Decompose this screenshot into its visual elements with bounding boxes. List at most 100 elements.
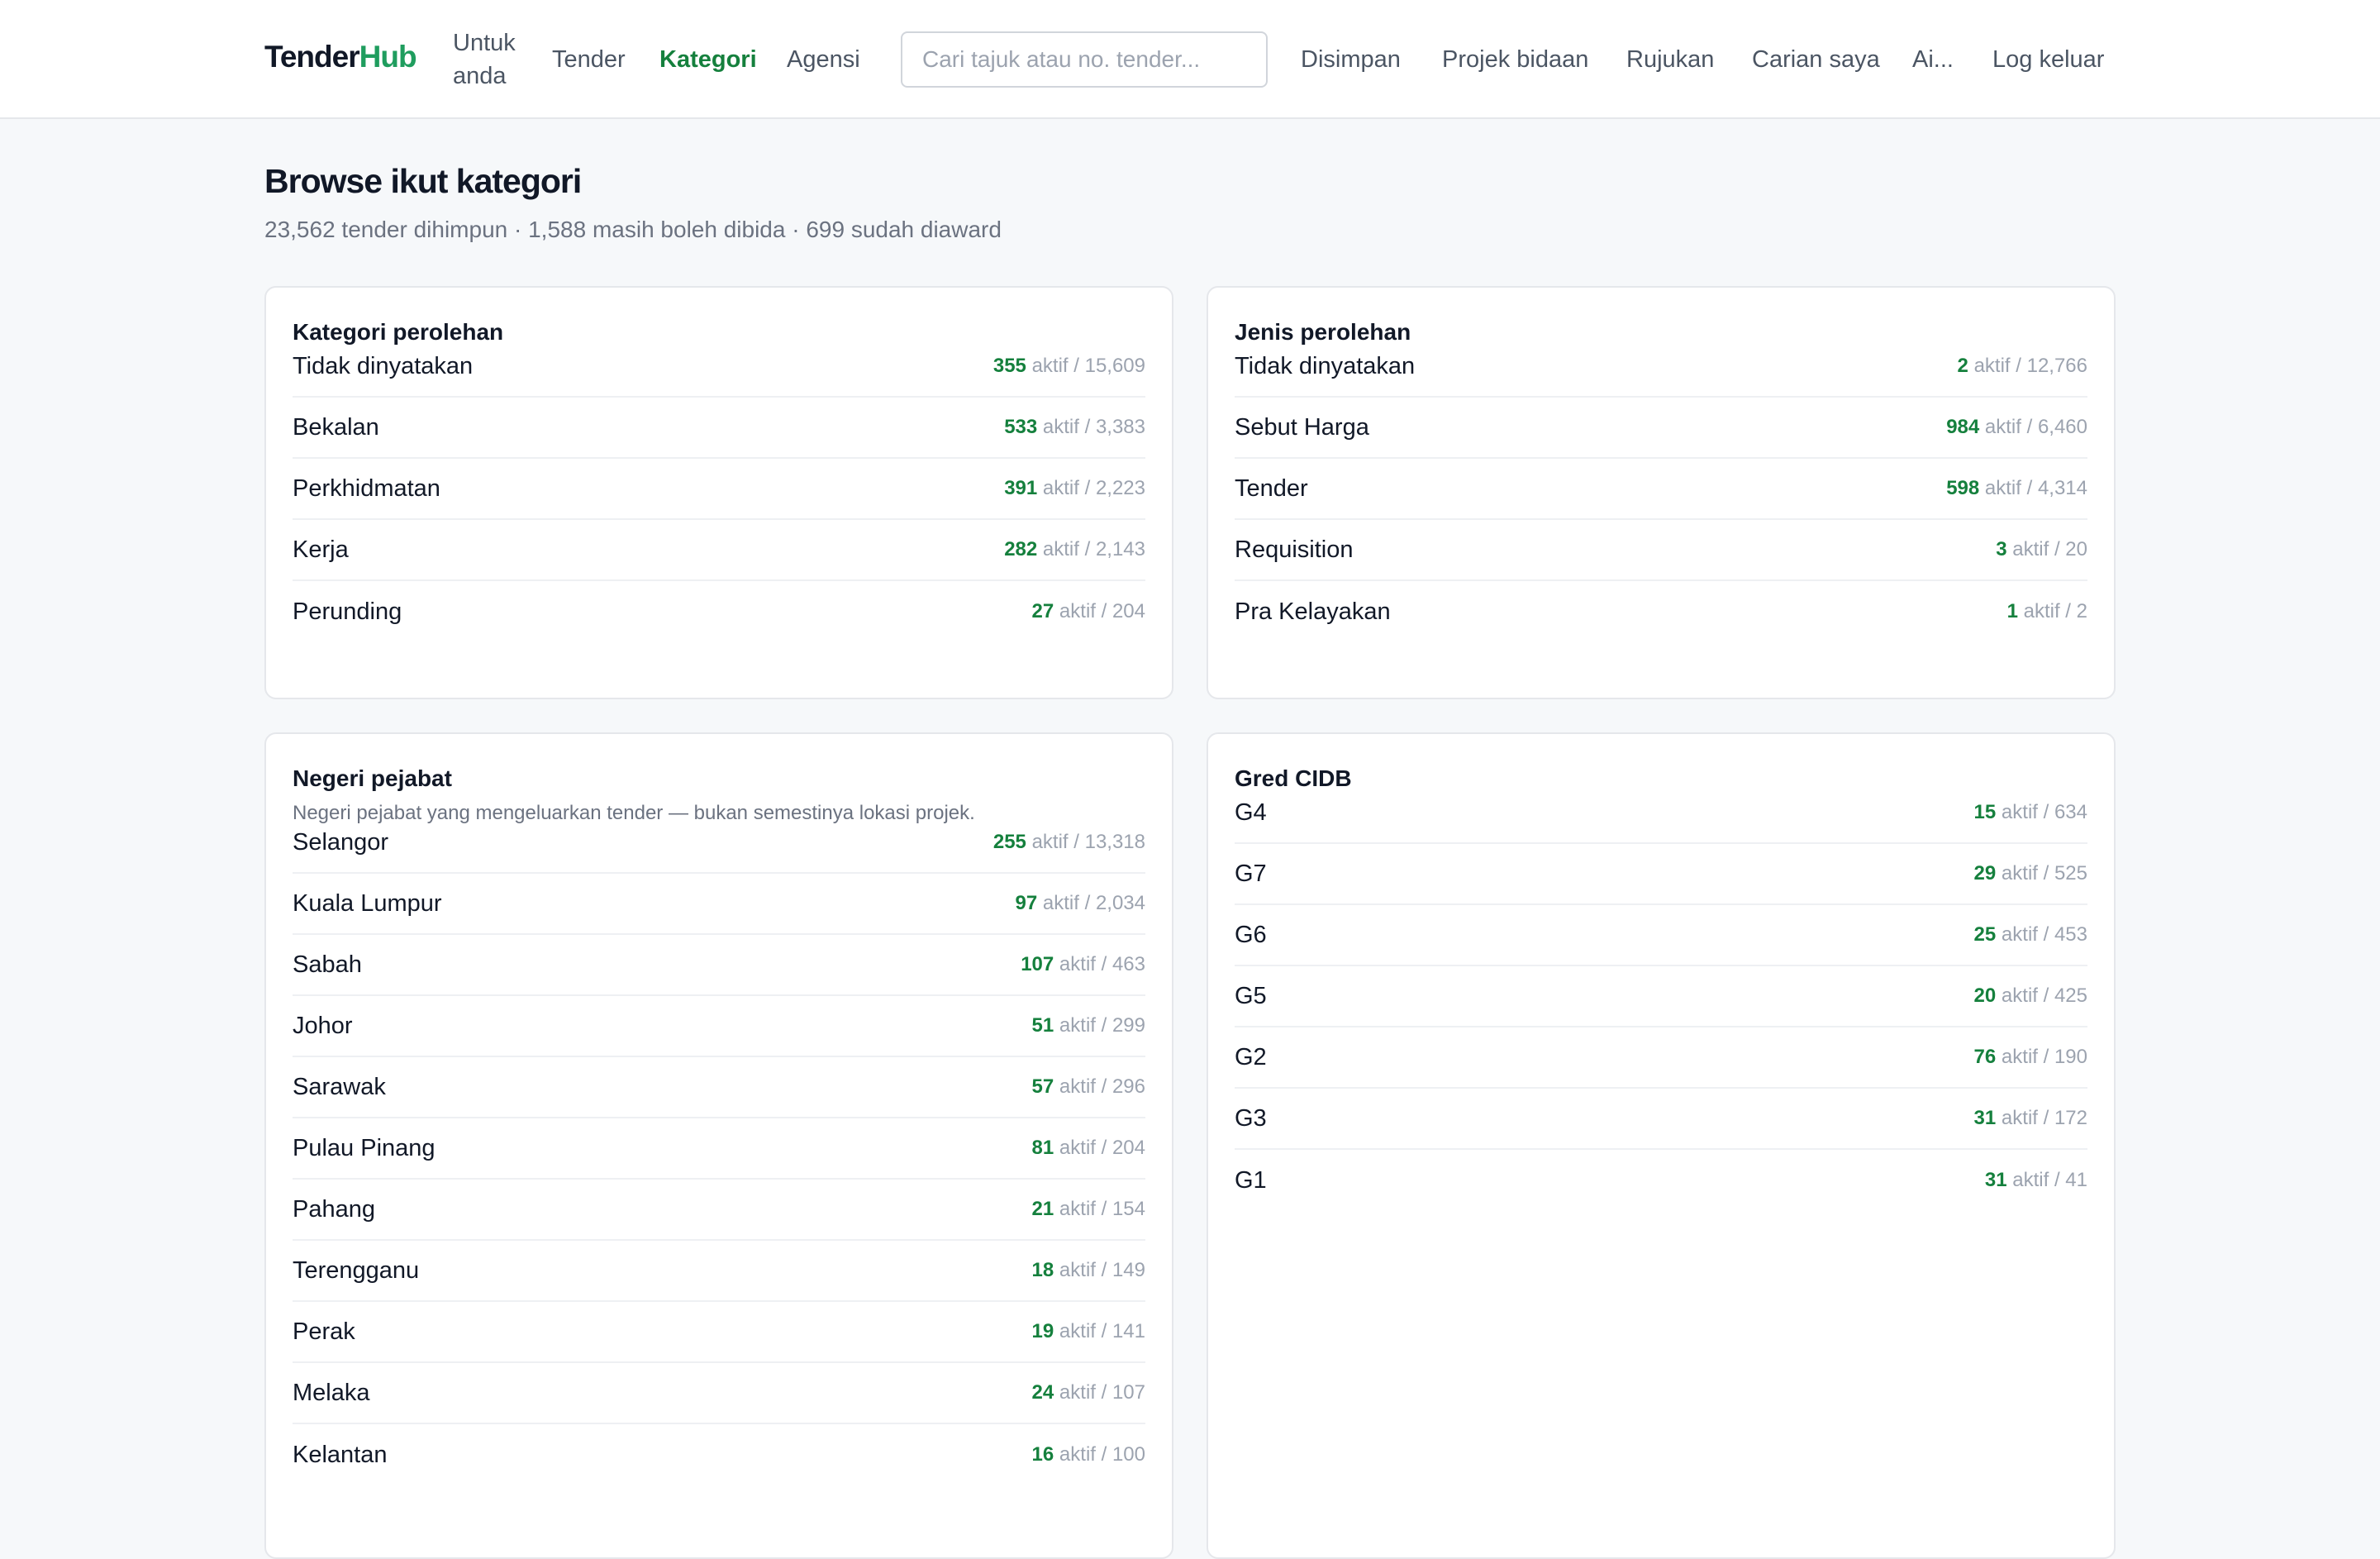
category-row[interactable]: Pulau Pinang 81 aktif / 204 [293,1118,1145,1180]
logo-text-hub: Hub [359,40,417,74]
total-count: 6,460 [2037,416,2087,438]
row-count: 24 aktif / 107 [1032,1381,1145,1404]
active-count: 18 [1031,1259,1054,1281]
category-row[interactable]: Kelantan 16 aktif / 100 [293,1424,1145,1485]
active-word: aktif / [1059,953,1107,975]
active-count: 31 [1973,1107,1997,1129]
total-count: 100 [1111,1443,1145,1466]
row-label: G6 [1235,921,1267,948]
total-count: 453 [2054,923,2087,946]
category-row[interactable]: G2 76 aktif / 190 [1235,1027,2087,1089]
tenderhub-logo[interactable]: TenderHub [264,40,417,74]
active-count: 21 [1031,1198,1054,1220]
category-row[interactable]: G3 31 aktif / 172 [1235,1089,2087,1150]
category-row[interactable]: Requisition 3 aktif / 20 [1235,520,2087,581]
row-label: Sarawak [293,1073,386,1100]
search-input[interactable] [901,31,1268,88]
total-count: 634 [2054,801,2087,823]
category-row[interactable]: Selangor 255 aktif / 13,318 [293,813,1145,874]
active-word: aktif / [1059,1137,1107,1159]
nav-rujukan[interactable]: Rujukan [1626,43,1714,76]
category-row[interactable]: G4 15 aktif / 634 [1235,783,2087,844]
total-count: 3,383 [1095,416,1145,438]
active-count: 16 [1031,1443,1054,1466]
total-count: 190 [2054,1046,2087,1068]
category-row[interactable]: G1 31 aktif / 41 [1235,1150,2087,1211]
category-row[interactable]: Terengganu 18 aktif / 149 [293,1241,1145,1302]
nav-agensi[interactable]: Agensi [787,43,860,76]
category-list: G4 15 aktif / 634 G7 29 aktif / 525 G6 25 akt… [1235,783,2087,1211]
nav-projek-bidaan[interactable]: Projek bidaan [1442,43,1588,76]
row-label: Selangor [293,828,389,856]
active-count: 533 [1004,416,1038,438]
category-row[interactable]: G7 29 aktif / 525 [1235,844,2087,905]
category-row[interactable]: Perunding 27 aktif / 204 [293,581,1145,642]
active-word: aktif / [1984,416,2033,438]
active-word: aktif / [1059,1014,1107,1037]
nav-disimpan[interactable]: Disimpan [1301,43,1401,76]
active-word: aktif / [1042,892,1091,914]
nav-tender[interactable]: Tender [552,43,626,76]
total-count: 15,609 [1084,355,1145,377]
category-list: Tidak dinyatakan 355 aktif / 15,609 Bekala… [293,336,1145,642]
category-row[interactable]: Johor 51 aktif / 299 [293,996,1145,1057]
active-word: aktif / [2001,923,2049,946]
row-label: G7 [1235,860,1267,887]
active-count: 984 [1946,416,1980,438]
logout-link[interactable]: Log keluar [1992,43,2104,76]
category-row[interactable]: Tender 598 aktif / 4,314 [1235,459,2087,520]
category-row[interactable]: Perkhidmatan 391 aktif / 2,223 [293,459,1145,520]
category-row[interactable]: Bekalan 533 aktif / 3,383 [293,398,1145,459]
logo-text-tender: Tender [264,40,360,74]
active-word: aktif / [2001,801,2049,823]
nav-untuk-anda-line1: Untuk [453,30,516,56]
category-row[interactable]: Perak 19 aktif / 141 [293,1302,1145,1363]
row-count: 255 aktif / 13,318 [993,831,1145,854]
row-count: 21 aktif / 154 [1032,1198,1145,1221]
row-count: 1 aktif / 2 [2007,600,2087,623]
total-count: 204 [1111,600,1145,622]
row-label: Pulau Pinang [293,1134,436,1161]
row-label: Perak [293,1318,355,1345]
active-count: 25 [1973,923,1997,946]
category-row[interactable]: Kerja 282 aktif / 2,143 [293,520,1145,581]
row-count: 3 aktif / 20 [1996,538,2087,561]
category-row[interactable]: Sebut Harga 984 aktif / 6,460 [1235,398,2087,459]
active-count: 15 [1973,801,1997,823]
card-kategori-perolehan: Kategori perolehan Tidak dinyatakan 355 a… [264,286,1173,699]
total-count: 463 [1111,953,1145,975]
category-row[interactable]: Melaka 24 aktif / 107 [293,1363,1145,1424]
total-count: 2,034 [1095,892,1145,914]
category-row[interactable]: Pra Kelayakan 1 aktif / 2 [1235,581,2087,642]
category-row[interactable]: Sarawak 57 aktif / 296 [293,1057,1145,1118]
nav-untuk-anda[interactable]: Untuk anda [453,26,516,93]
category-list: Selangor 255 aktif / 13,318 Kuala Lumpur 97… [293,813,1145,1485]
row-count: 355 aktif / 15,609 [993,355,1145,378]
active-count: 81 [1031,1137,1054,1159]
row-label: Johor [293,1012,353,1039]
total-count: 154 [1111,1198,1145,1220]
category-row[interactable]: G5 20 aktif / 425 [1235,966,2087,1027]
row-label: G3 [1235,1104,1267,1132]
category-row[interactable]: Kuala Lumpur 97 aktif / 2,034 [293,874,1145,935]
row-count: 27 aktif / 204 [1032,600,1145,623]
active-count: 391 [1004,477,1038,499]
category-row[interactable]: Sabah 107 aktif / 463 [293,935,1145,996]
row-count: 31 aktif / 172 [1974,1107,2087,1130]
card-gred-cidb: Gred CIDB G4 15 aktif / 634 G7 29 aktif / 5… [1207,732,2116,1559]
category-row[interactable]: G6 25 aktif / 453 [1235,905,2087,966]
nav-carian-saya[interactable]: Carian saya [1752,43,1880,76]
category-row[interactable]: Tidak dinyatakan 355 aktif / 15,609 [293,336,1145,398]
active-count: 255 [992,831,1026,853]
category-row[interactable]: Tidak dinyatakan 2 aktif / 12,766 [1235,336,2087,398]
category-row[interactable]: Pahang 21 aktif / 154 [293,1180,1145,1241]
active-word: aktif / [2001,1107,2049,1129]
total-count: 141 [1111,1320,1145,1342]
nav-kategori[interactable]: Kategori [659,43,757,76]
row-label: G2 [1235,1043,1267,1070]
active-count: 3 [1996,538,2007,560]
active-word: aktif / [1059,1198,1107,1220]
nav-ai[interactable]: Ai... [1912,43,1954,76]
row-count: 57 aktif / 296 [1032,1075,1145,1099]
row-count: 2 aktif / 12,766 [1958,355,2087,378]
